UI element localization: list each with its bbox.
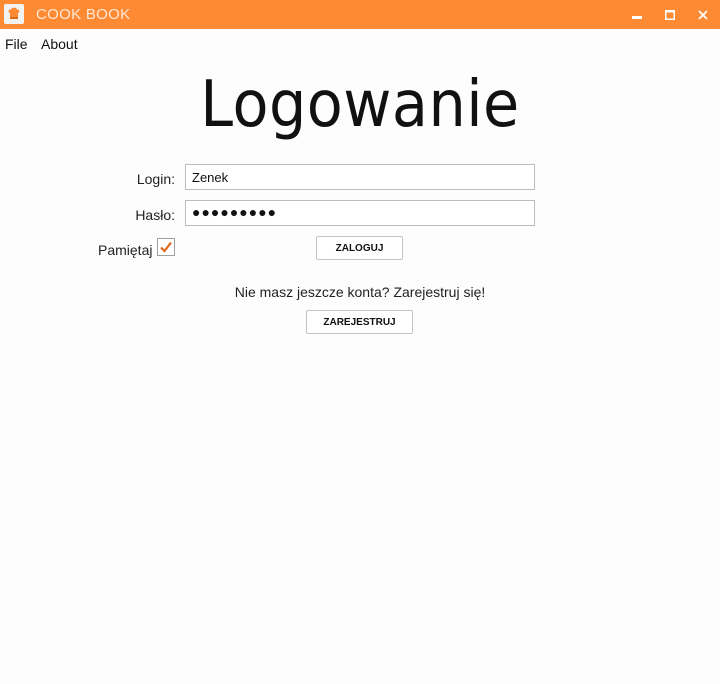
maximize-button[interactable] xyxy=(655,0,685,29)
maximize-icon xyxy=(665,9,675,20)
window-title: COOK BOOK xyxy=(36,6,131,23)
register-prompt: Nie masz jeszcze konta? Zarejestruj się! xyxy=(234,284,486,300)
menu-about[interactable]: About xyxy=(41,36,78,52)
register-button[interactable]: ZAREJESTRUJ xyxy=(306,310,413,334)
login-input[interactable]: Zenek xyxy=(185,164,535,190)
remember-label: Pamiętaj xyxy=(98,242,153,258)
close-button[interactable] xyxy=(688,0,718,29)
page-title: Logowanie xyxy=(200,68,520,142)
checkmark-icon xyxy=(160,241,172,253)
close-icon xyxy=(698,9,708,20)
password-input[interactable]: ●●●●●●●●● xyxy=(185,200,535,226)
chef-hat-icon xyxy=(4,4,24,24)
minimize-icon xyxy=(632,15,642,19)
title-bar: COOK BOOK xyxy=(0,0,720,29)
menu-file[interactable]: File xyxy=(5,36,28,52)
password-label: Hasło: xyxy=(135,207,175,223)
remember-checkbox[interactable] xyxy=(157,238,175,256)
minimize-button[interactable] xyxy=(622,0,652,29)
menu-bar: File About xyxy=(0,29,720,59)
login-button[interactable]: ZALOGUJ xyxy=(316,236,403,260)
login-label: Login: xyxy=(136,171,175,187)
